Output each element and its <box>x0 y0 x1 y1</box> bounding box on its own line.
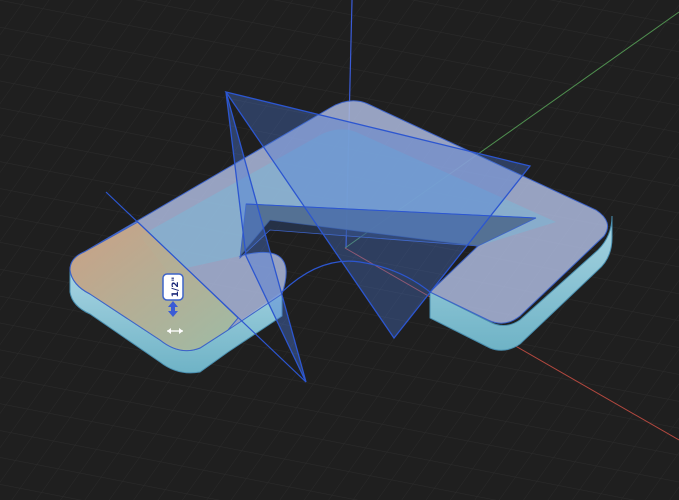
viewport-canvas[interactable]: 1/2" <box>0 0 679 500</box>
3d-viewport[interactable]: 1/2" <box>0 0 679 500</box>
dimension-label: 1/2" <box>171 277 181 298</box>
